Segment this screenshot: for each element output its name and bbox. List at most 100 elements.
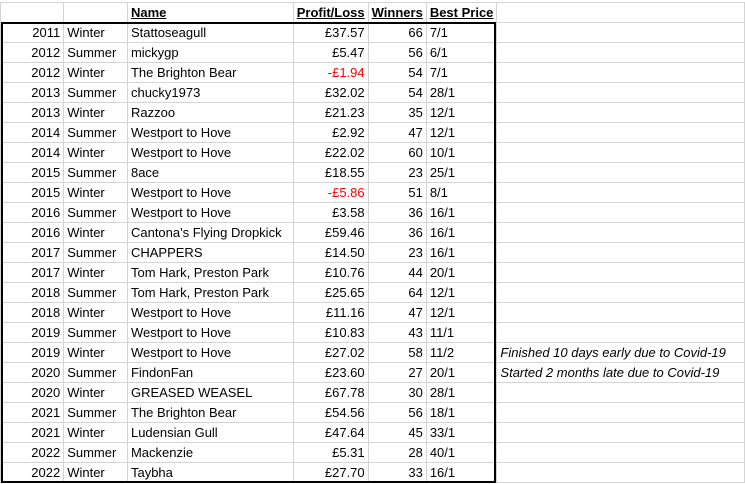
season-cell[interactable]: Winter xyxy=(63,302,128,323)
profit-loss-cell[interactable]: £54.56 xyxy=(292,402,369,423)
name-cell[interactable]: FindonFan xyxy=(126,362,294,383)
name-cell[interactable]: The Brighton Bear xyxy=(126,402,294,423)
year-cell[interactable]: 2016 xyxy=(0,222,65,243)
best-price-cell[interactable]: 16/1 xyxy=(425,242,498,263)
profit-loss-cell[interactable]: £18.55 xyxy=(292,162,369,183)
best-price-cell[interactable]: 12/1 xyxy=(425,102,498,123)
name-cell[interactable]: Westport to Hove xyxy=(126,202,294,223)
winners-cell[interactable]: 30 xyxy=(367,382,427,403)
name-cell[interactable]: Westport to Hove xyxy=(126,302,294,323)
season-cell[interactable]: Summer xyxy=(63,82,128,103)
year-cell[interactable]: 2018 xyxy=(0,302,65,323)
winners-cell[interactable]: 51 xyxy=(367,182,427,203)
profit-loss-cell[interactable]: £21.23 xyxy=(292,102,369,123)
note-cell[interactable] xyxy=(496,302,745,323)
profit-loss-cell[interactable]: £32.02 xyxy=(292,82,369,103)
year-cell[interactable]: 2022 xyxy=(0,442,65,463)
note-cell[interactable] xyxy=(496,142,745,163)
note-cell[interactable] xyxy=(496,122,745,143)
winners-cell[interactable]: 23 xyxy=(367,242,427,263)
year-cell[interactable]: 2015 xyxy=(0,162,65,183)
note-cell[interactable] xyxy=(496,202,745,223)
note-cell[interactable] xyxy=(496,322,745,343)
profit-loss-cell[interactable]: -£1.94 xyxy=(292,62,369,83)
note-cell[interactable] xyxy=(496,102,745,123)
best-price-cell[interactable]: 18/1 xyxy=(425,402,498,423)
year-cell[interactable]: 2021 xyxy=(0,422,65,443)
season-cell[interactable]: Winter xyxy=(63,102,128,123)
season-cell[interactable]: Winter xyxy=(63,22,128,43)
name-cell[interactable]: The Brighton Bear xyxy=(126,62,294,83)
winners-cell[interactable]: 35 xyxy=(367,102,427,123)
note-cell[interactable] xyxy=(496,222,745,243)
year-cell[interactable]: 2012 xyxy=(0,42,65,63)
year-cell[interactable]: 2011 xyxy=(0,22,65,43)
note-cell[interactable] xyxy=(496,82,745,103)
note-cell[interactable]: Finished 10 days early due to Covid-19 xyxy=(496,342,745,363)
name-cell[interactable]: mickygp xyxy=(126,42,294,63)
name-cell[interactable]: CHAPPERS xyxy=(126,242,294,263)
year-cell[interactable]: 2019 xyxy=(0,342,65,363)
winners-cell[interactable]: 44 xyxy=(367,262,427,283)
winners-cell[interactable]: 56 xyxy=(367,402,427,423)
winners-cell[interactable]: 45 xyxy=(367,422,427,443)
winners-cell[interactable]: 36 xyxy=(367,222,427,243)
profit-loss-cell[interactable]: £25.65 xyxy=(292,282,369,303)
best-price-cell[interactable]: 28/1 xyxy=(425,382,498,403)
season-cell[interactable]: Winter xyxy=(63,182,128,203)
name-cell[interactable]: chucky1973 xyxy=(126,82,294,103)
best-price-cell[interactable]: 25/1 xyxy=(425,162,498,183)
winners-cell[interactable]: 54 xyxy=(367,82,427,103)
winners-cell[interactable]: 36 xyxy=(367,202,427,223)
best-price-cell[interactable]: 12/1 xyxy=(425,282,498,303)
note-cell[interactable] xyxy=(496,162,745,183)
profit-loss-cell[interactable]: £23.60 xyxy=(292,362,369,383)
season-cell[interactable]: Summer xyxy=(63,162,128,183)
note-cell[interactable] xyxy=(496,242,745,263)
year-cell[interactable]: 2019 xyxy=(0,322,65,343)
winners-cell[interactable]: 47 xyxy=(367,122,427,143)
season-cell[interactable]: Summer xyxy=(63,322,128,343)
note-cell[interactable] xyxy=(496,402,745,423)
season-cell[interactable]: Winter xyxy=(63,462,128,483)
profit-loss-cell[interactable]: £2.92 xyxy=(292,122,369,143)
winners-cell[interactable]: 47 xyxy=(367,302,427,323)
winners-cell[interactable]: 56 xyxy=(367,42,427,63)
profit-loss-cell[interactable]: £10.83 xyxy=(292,322,369,343)
profit-loss-cell[interactable]: £47.64 xyxy=(292,422,369,443)
name-cell[interactable]: 8ace xyxy=(126,162,294,183)
year-cell[interactable]: 2016 xyxy=(0,202,65,223)
name-cell[interactable]: Westport to Hove xyxy=(126,122,294,143)
header-best-price-cell[interactable]: Best Price xyxy=(425,2,498,23)
note-cell[interactable] xyxy=(496,62,745,83)
year-cell[interactable]: 2014 xyxy=(0,122,65,143)
best-price-cell[interactable]: 16/1 xyxy=(425,462,498,483)
profit-loss-cell[interactable]: £37.57 xyxy=(292,22,369,43)
profit-loss-cell[interactable]: £11.16 xyxy=(292,302,369,323)
best-price-cell[interactable]: 16/1 xyxy=(425,202,498,223)
header-winners-cell[interactable]: Winners xyxy=(367,2,427,23)
best-price-cell[interactable]: 11/1 xyxy=(425,322,498,343)
season-cell[interactable]: Summer xyxy=(63,442,128,463)
season-cell[interactable]: Winter xyxy=(63,422,128,443)
note-cell[interactable] xyxy=(496,182,745,203)
winners-cell[interactable]: 58 xyxy=(367,342,427,363)
year-cell[interactable]: 2017 xyxy=(0,262,65,283)
season-cell[interactable]: Summer xyxy=(63,242,128,263)
winners-cell[interactable]: 66 xyxy=(367,22,427,43)
note-cell[interactable] xyxy=(496,282,745,303)
profit-loss-cell[interactable]: £22.02 xyxy=(292,142,369,163)
note-cell[interactable] xyxy=(496,382,745,403)
winners-cell[interactable]: 33 xyxy=(367,462,427,483)
season-cell[interactable]: Winter xyxy=(63,222,128,243)
name-cell[interactable]: GREASED WEASEL xyxy=(126,382,294,403)
season-cell[interactable]: Summer xyxy=(63,202,128,223)
name-cell[interactable]: Mackenzie xyxy=(126,442,294,463)
season-cell[interactable]: Winter xyxy=(63,382,128,403)
note-cell[interactable] xyxy=(496,462,745,483)
best-price-cell[interactable]: 20/1 xyxy=(425,262,498,283)
winners-cell[interactable]: 43 xyxy=(367,322,427,343)
winners-cell[interactable]: 64 xyxy=(367,282,427,303)
year-cell[interactable]: 2020 xyxy=(0,362,65,383)
name-cell[interactable]: Razzoo xyxy=(126,102,294,123)
